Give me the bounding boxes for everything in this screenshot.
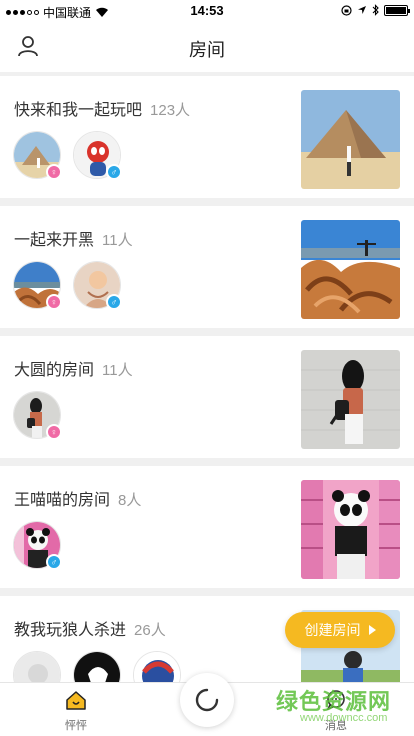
avatar[interactable]: ♂: [73, 131, 122, 180]
room-name: 王喵喵的房间: [14, 492, 111, 509]
room-name: 快来和我一起玩吧: [14, 102, 143, 119]
room-cover-image: [301, 350, 400, 449]
male-gender-icon: ♂: [46, 554, 62, 570]
tab-home-label: 怦怦: [65, 720, 87, 732]
home-icon: [66, 691, 86, 710]
room-card[interactable]: 王喵喵的房间 8人 ♂: [0, 466, 414, 588]
male-gender-icon: ♂: [106, 294, 122, 310]
create-room-button[interactable]: 创建房间: [285, 612, 395, 648]
tab-home[interactable]: 怦怦: [46, 689, 106, 733]
room-card[interactable]: 快来和我一起玩吧 123人 ♀ ♂: [0, 76, 414, 198]
create-room-label: 创建房间: [304, 622, 361, 638]
member-avatars: ♀ ♂: [13, 261, 122, 310]
avatar[interactable]: ♂: [73, 261, 122, 310]
refresh-icon: [195, 688, 219, 712]
room-count: 26人: [134, 622, 166, 639]
member-avatars: ♀: [13, 391, 62, 440]
avatar[interactable]: ♀: [13, 261, 62, 310]
room-cover-image: [301, 220, 400, 319]
room-name: 大圆的房间: [14, 362, 95, 379]
female-gender-icon: ♀: [46, 164, 62, 180]
room-card[interactable]: 大圆的房间 11人 ♀: [0, 336, 414, 458]
center-action-button[interactable]: [180, 673, 234, 727]
room-cover-image: [301, 90, 400, 189]
room-title: 大圆的房间 11人: [14, 356, 133, 380]
room-name: 教我玩狼人杀进: [14, 622, 127, 639]
battery-icon: [384, 4, 410, 16]
member-avatars: ♀ ♂: [13, 131, 122, 180]
female-gender-icon: ♀: [46, 294, 62, 310]
location-icon: [358, 6, 366, 14]
room-title: 王喵喵的房间 8人: [14, 486, 141, 510]
play-arrow-icon: [368, 625, 376, 635]
female-gender-icon: ♀: [46, 424, 62, 440]
nav-bar: 房间: [0, 22, 414, 72]
room-cover-image: [301, 480, 400, 579]
room-title: 教我玩狼人杀进 26人: [14, 616, 166, 640]
page-title: 房间: [189, 40, 225, 60]
member-avatars: ♂: [13, 521, 62, 570]
room-count: 123人: [150, 102, 191, 119]
room-title: 一起来开黑 11人: [14, 226, 133, 250]
avatar[interactable]: ♀: [13, 391, 62, 440]
room-title: 快来和我一起玩吧 123人: [14, 96, 190, 120]
watermark-url: www.downcc.com: [300, 712, 388, 724]
room-card[interactable]: 一起来开黑 11人 ♀ ♂: [0, 206, 414, 328]
bluetooth-icon: [372, 4, 379, 16]
room-name: 一起来开黑: [14, 232, 95, 249]
avatar[interactable]: ♂: [13, 521, 62, 570]
lock-rotation-icon: [341, 4, 352, 16]
male-gender-icon: ♂: [106, 164, 122, 180]
room-count: 8人: [118, 492, 142, 509]
room-count: 11人: [102, 232, 133, 249]
avatar[interactable]: ♀: [13, 131, 62, 180]
room-count: 11人: [102, 362, 133, 379]
status-right: [341, 4, 410, 16]
status-bar: 中国联通 14:53: [0, 0, 414, 22]
